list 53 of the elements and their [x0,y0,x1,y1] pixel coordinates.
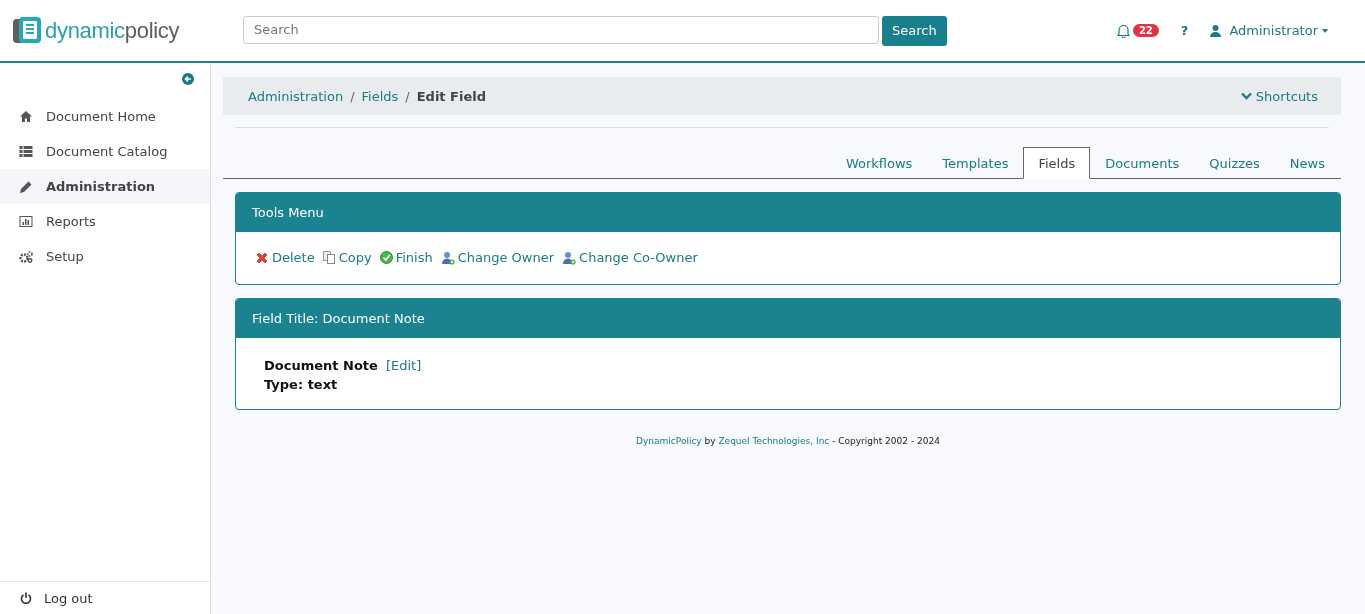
shortcuts-link[interactable]: Shortcuts [1240,88,1318,104]
bell-icon[interactable] [1116,23,1130,38]
collapse-arrow-icon[interactable] [182,73,194,85]
search-field[interactable]: Search [243,15,879,44]
user-add-icon [440,250,455,265]
sidebar-item[interactable]: Reports [0,204,210,239]
chevron-down-icon [1240,92,1252,100]
check-circle-icon [379,251,393,264]
tool-action-link[interactable]: Copy [322,250,372,265]
edit-link[interactable]: [Edit] [385,358,422,373]
tab[interactable]: Quizzes [1194,147,1275,179]
panel-title: Field Title: Document Note [236,299,1340,338]
sidebar-item[interactable]: Setup [0,239,210,274]
notification-count: 22 [1132,24,1159,37]
breadcrumb-separator: / [405,88,410,104]
document-logo-icon [13,16,41,45]
tool-action-link[interactable]: Change Owner [440,250,555,265]
tab[interactable]: Templates [927,147,1024,179]
home-icon [19,111,33,122]
list-icon [19,146,33,157]
user-add-icon [562,250,577,265]
help-link[interactable]: ? [1180,23,1189,38]
field-type: Type: text [264,377,338,392]
sidebar-item[interactable]: Administration [0,169,210,204]
tool-action-link[interactable]: Delete [255,250,315,265]
copy-icon [322,251,336,264]
tab[interactable]: Fields [1023,147,1091,179]
panel-title: Tools Menu [236,193,1340,232]
breadcrumb-current: Edit Field [416,88,486,104]
pencil-icon [19,180,33,193]
power-icon [19,592,33,604]
tab[interactable]: News [1274,147,1340,179]
footer-text: DynamicPolicy by Zequel Technologies, Inc - Copyright 2002 - 2024 [635,436,941,446]
search-button[interactable]: Search [882,15,947,46]
user-icon [1210,24,1222,37]
product-link[interactable]: DynamicPolicy [636,436,702,446]
caret-icon [1322,28,1328,33]
breadcrumb-link[interactable]: Fields [361,88,399,104]
tool-action-link[interactable]: Change Co-Owner [562,250,698,265]
field-name: Document Note [264,358,378,373]
breadcrumb-link[interactable]: Administration [248,88,344,104]
tab[interactable]: Workflows [830,147,928,179]
sidebar-item[interactable]: Document Home [0,99,210,134]
logo[interactable]: dynamicpolicy [13,16,230,45]
sidebar-item[interactable]: Document Catalog [0,134,210,169]
breadcrumb-separator: / [350,88,355,104]
tab[interactable]: Documents [1090,147,1195,179]
user-menu[interactable]: Administrator [1229,23,1328,38]
delete-x-icon [255,250,269,265]
logout-link[interactable]: Log out [0,581,210,614]
company-link[interactable]: Zequel Technologies, Inc [718,436,830,446]
bar-chart-icon [19,216,33,227]
tool-action-link[interactable]: Finish [379,250,433,265]
